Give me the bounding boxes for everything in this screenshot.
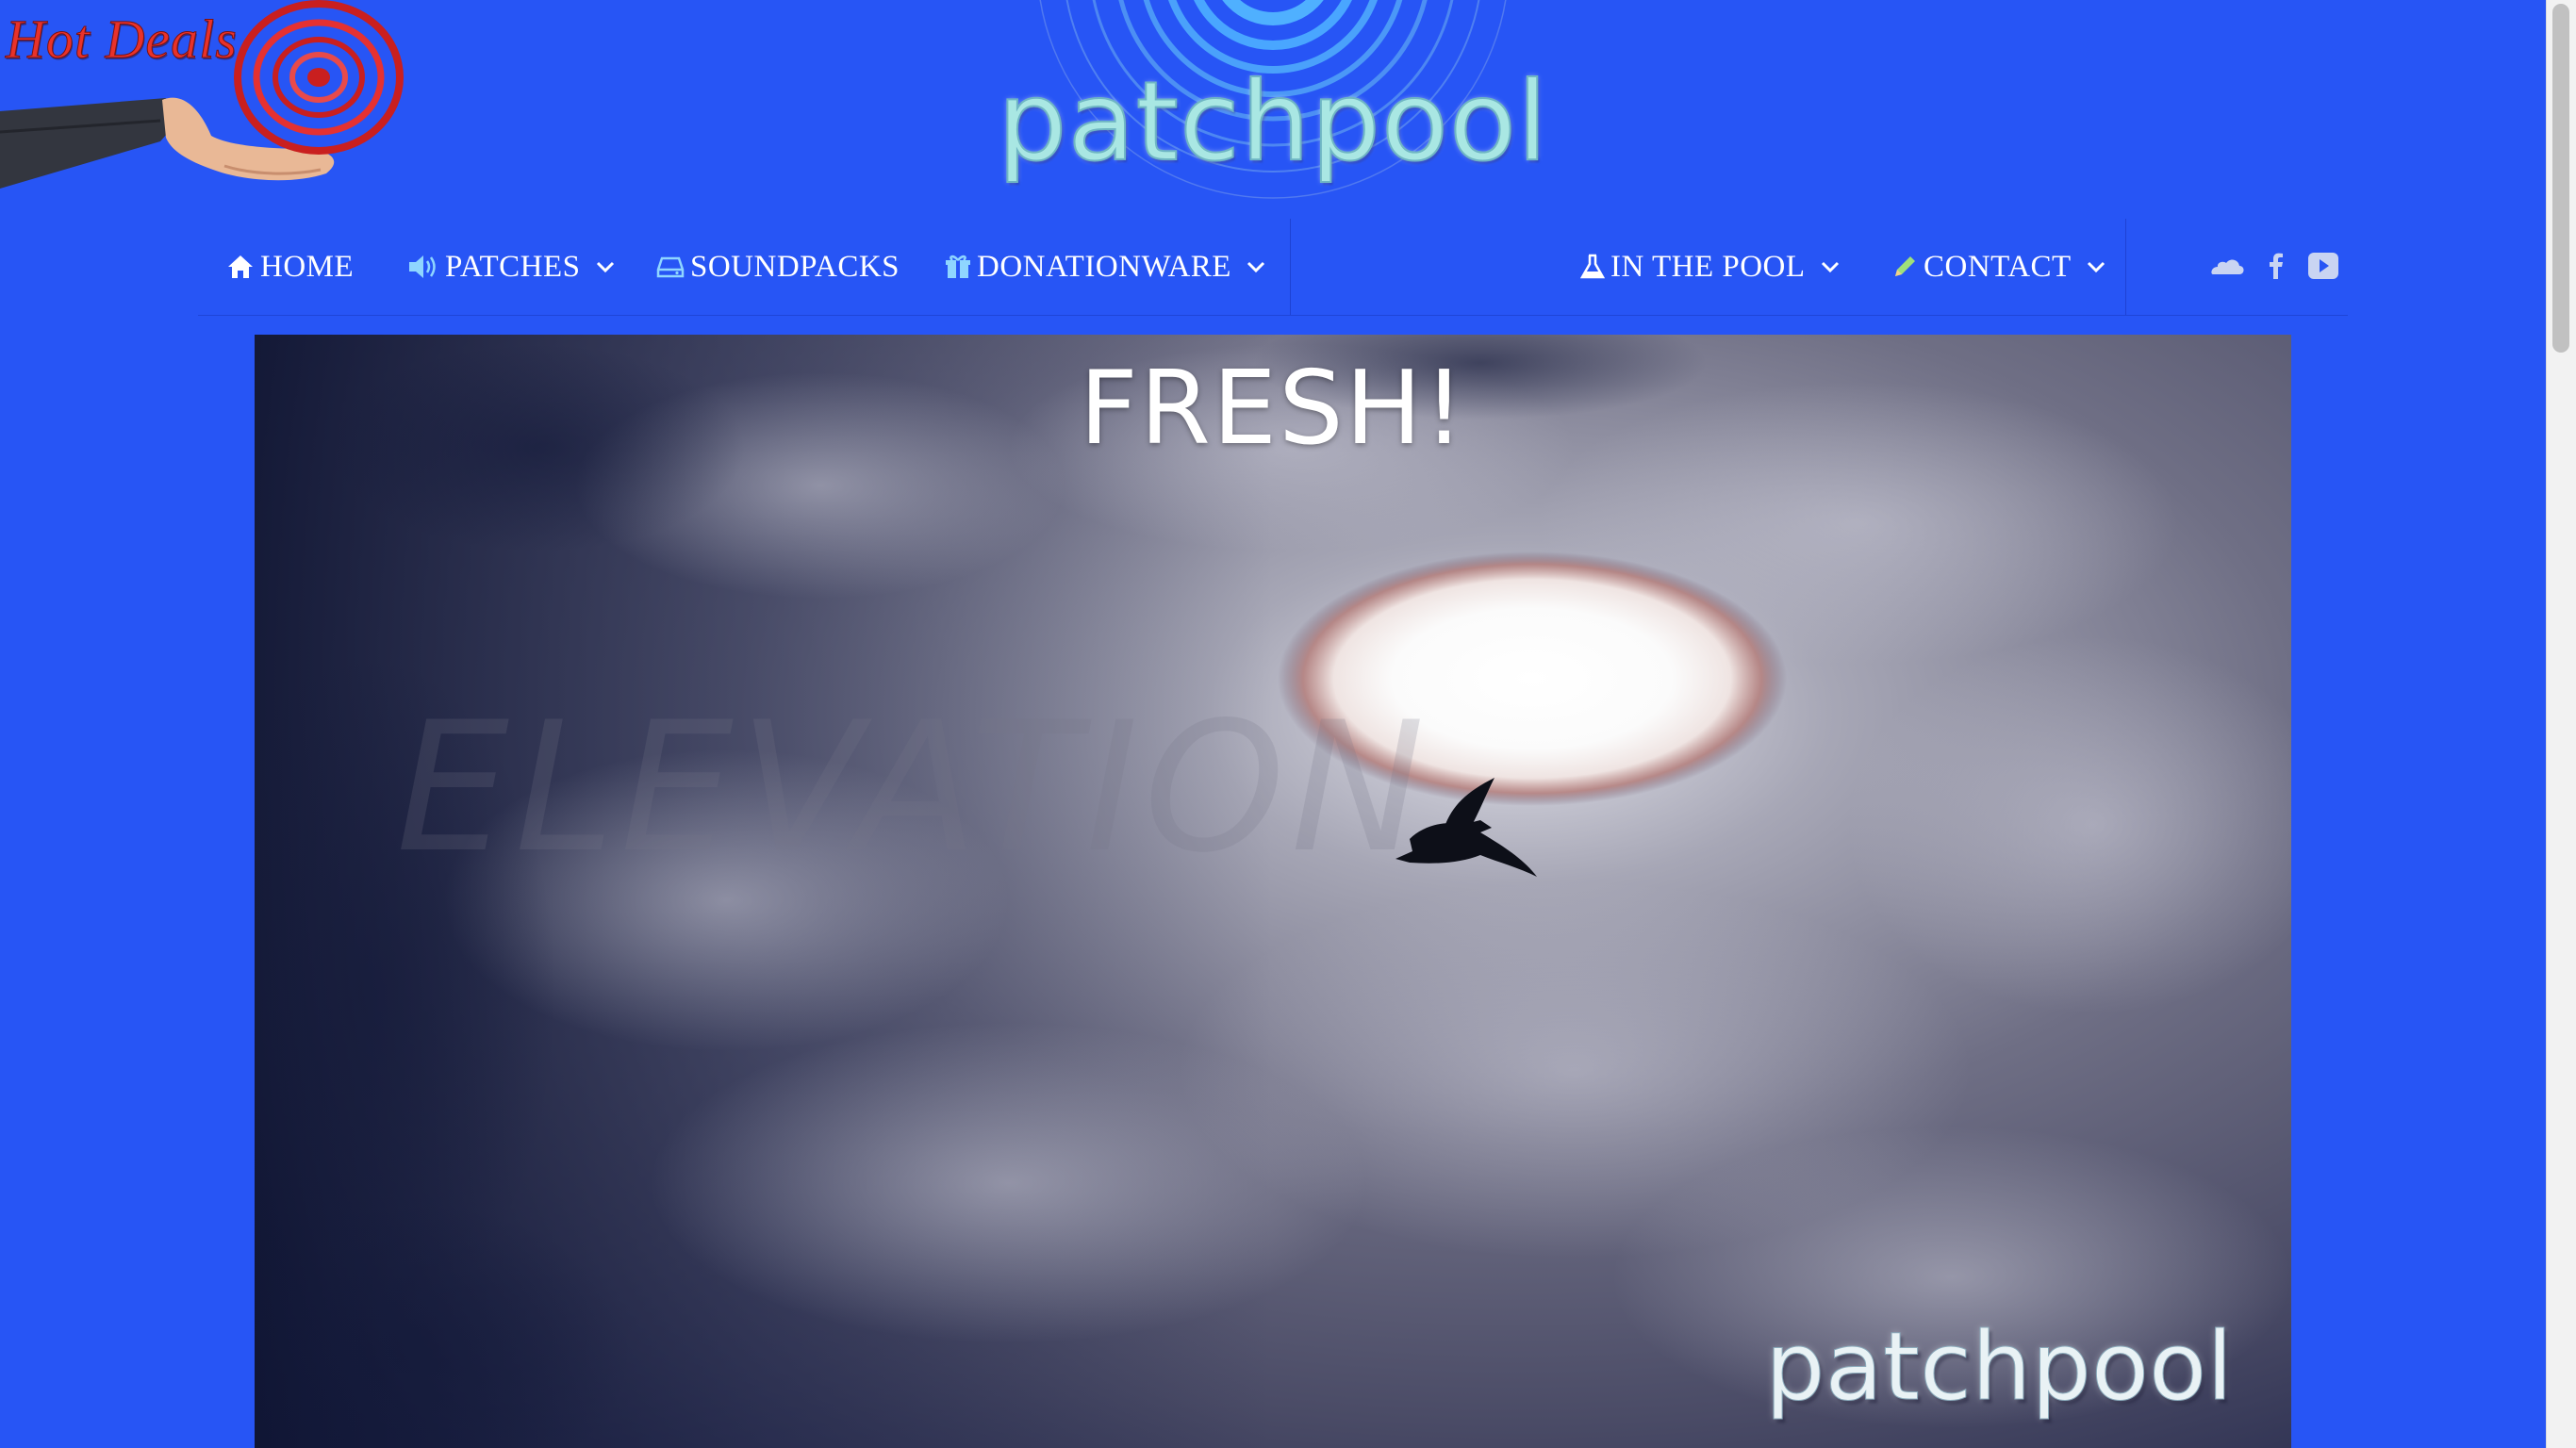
nav-label-donationware: DONATIONWARE <box>977 249 1231 284</box>
speaker-icon <box>407 254 439 280</box>
pencil-icon <box>1891 254 1918 280</box>
nav-item-contact[interactable]: CONTACT <box>1891 219 2105 315</box>
hero-title: FRESH! <box>1079 350 1467 468</box>
facebook-icon[interactable] <box>2265 247 2287 285</box>
hero-banner[interactable]: ELEVATION FRESH! patchpool <box>255 335 2291 1448</box>
chevron-down-icon <box>1247 260 1265 273</box>
hero-brand-wordmark: patchpool <box>1765 1311 2234 1422</box>
logo-wordmark: patchpool <box>997 58 1549 186</box>
nav-label-in-the-pool: IN THE POOL <box>1610 249 1806 284</box>
drive-icon <box>656 255 685 279</box>
nav-item-soundpacks[interactable]: SOUNDPACKS <box>656 219 900 315</box>
chevron-down-icon <box>1821 260 1840 273</box>
nav-item-home[interactable]: HOME <box>226 219 354 315</box>
nav-label-patches: PATCHES <box>445 249 581 284</box>
nav-divider <box>2125 219 2126 315</box>
flask-icon <box>1580 254 1605 280</box>
nav-label-contact: CONTACT <box>1924 249 2072 284</box>
home-icon <box>226 254 255 280</box>
main-nav: HOME PATCHES SOUNDPACKS DONATIONWARE IN … <box>198 219 2348 316</box>
hot-deals-badge[interactable]: Hot Deals <box>0 0 415 198</box>
scrollbar-thumb[interactable] <box>2552 4 2569 353</box>
hero-watermark: ELEVATION <box>396 683 1430 892</box>
site-logo[interactable]: patchpool <box>886 0 1660 203</box>
soundcloud-icon[interactable] <box>2206 247 2246 285</box>
youtube-icon[interactable] <box>2306 247 2340 285</box>
nav-item-patches[interactable]: PATCHES <box>407 219 615 315</box>
nav-divider <box>1290 219 1291 315</box>
nav-item-in-the-pool[interactable]: IN THE POOL <box>1580 219 1840 315</box>
chevron-down-icon <box>596 260 615 273</box>
nav-label-home: HOME <box>260 249 355 284</box>
nav-label-soundpacks: SOUNDPACKS <box>690 249 900 284</box>
nav-item-donationware[interactable]: DONATIONWARE <box>945 219 1265 315</box>
page: Hot Deals patchpool HOME PATCHES SOUNDPA… <box>0 0 2576 1448</box>
chevron-down-icon <box>2087 260 2105 273</box>
hot-deals-label: Hot Deals <box>6 8 238 71</box>
gift-icon <box>945 254 971 280</box>
